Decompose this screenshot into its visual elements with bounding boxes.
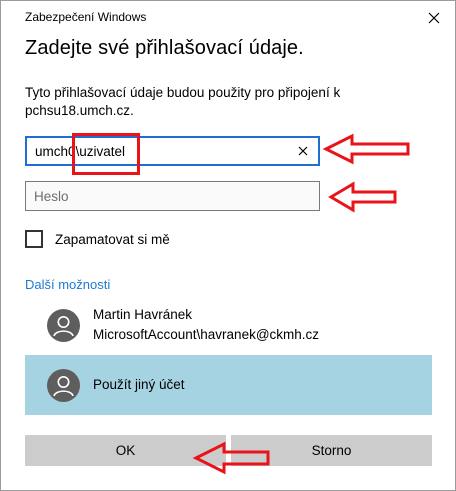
annotation-highlight-box xyxy=(72,133,140,175)
annotation-arrow-icon xyxy=(192,441,270,475)
annotation-arrow-icon xyxy=(322,133,410,165)
annotation-arrow-icon xyxy=(328,181,397,213)
